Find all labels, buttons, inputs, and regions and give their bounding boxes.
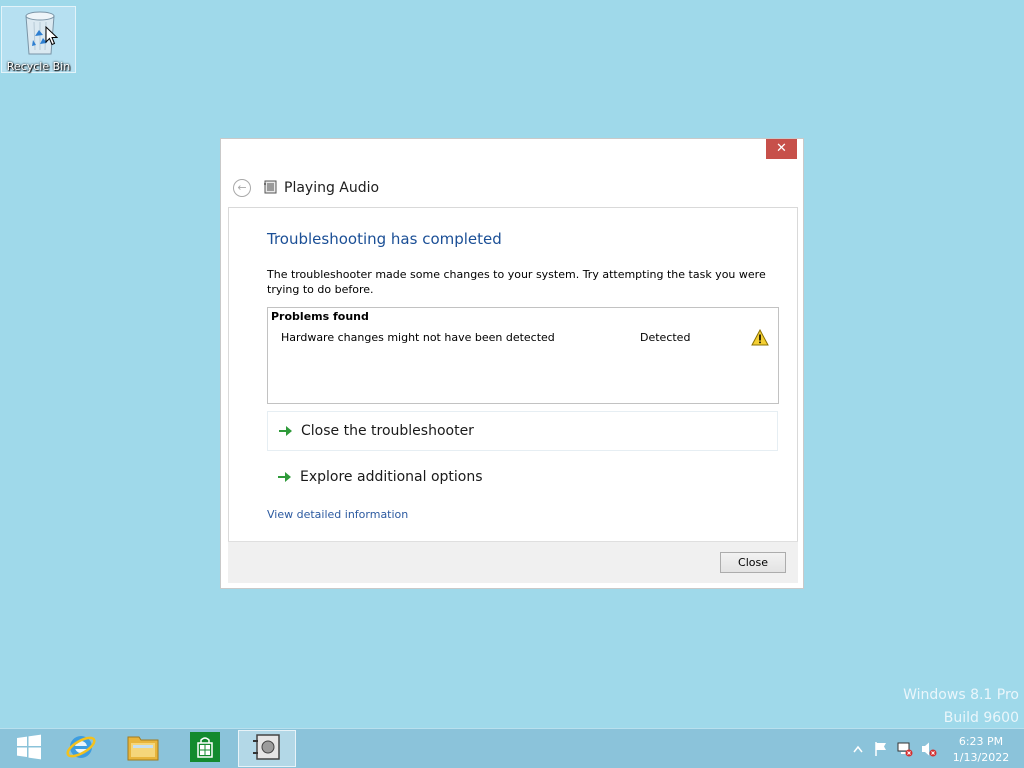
- start-button[interactable]: [0, 730, 58, 767]
- watermark-edition: Windows 8.1 Pro: [903, 687, 1019, 703]
- result-heading: Troubleshooting has completed: [267, 230, 502, 248]
- internet-explorer-taskbar-button[interactable]: [52, 730, 110, 767]
- dialog-close-button[interactable]: ✕: [766, 139, 797, 159]
- clock-time: 6:23 PM: [958, 735, 1004, 748]
- internet-explorer-icon: [65, 731, 97, 766]
- clock-date: 1/13/2022: [952, 751, 1010, 764]
- close-button[interactable]: Close: [720, 552, 786, 573]
- volume-muted-icon[interactable]: [921, 741, 937, 757]
- back-arrow-icon[interactable]: ←: [233, 179, 251, 197]
- troubleshooter-taskbar-button[interactable]: [238, 730, 296, 767]
- taskbar: 6:23 PM 1/13/2022: [0, 728, 1024, 768]
- store-taskbar-button[interactable]: [176, 730, 234, 767]
- result-description: The troubleshooter made some changes to …: [267, 268, 766, 296]
- windows-watermark: Windows 8.1 Pro Build 9600: [903, 684, 1019, 730]
- green-arrow-icon: [277, 423, 293, 439]
- troubleshooter-icon: [252, 733, 282, 764]
- dialog-title: Playing Audio: [284, 180, 380, 196]
- windows-logo-icon: [16, 734, 42, 763]
- recycle-bin-desktop-icon[interactable]: Recycle Bin: [1, 6, 76, 73]
- system-clock[interactable]: 6:23 PM 1/13/2022: [946, 734, 1016, 766]
- dialog-header: ← Playing Audio: [233, 178, 379, 198]
- option-label: Explore additional options: [300, 469, 483, 485]
- network-disconnected-icon[interactable]: [897, 741, 913, 757]
- dialog-footer: Close: [228, 541, 798, 583]
- close-troubleshooter-option[interactable]: Close the troubleshooter: [267, 411, 778, 451]
- content-area: Troubleshooting has completed The troubl…: [228, 207, 798, 541]
- file-explorer-taskbar-button[interactable]: [114, 730, 172, 767]
- mouse-cursor-icon: [45, 25, 59, 49]
- file-explorer-folder-icon: [127, 733, 159, 764]
- troubleshooter-app-icon: [264, 180, 278, 197]
- problem-row: Hardware changes might not have been det…: [268, 328, 778, 349]
- problems-header: Problems found: [271, 310, 369, 323]
- problem-status: Detected: [640, 331, 691, 344]
- view-detailed-information-link[interactable]: View detailed information: [267, 508, 408, 521]
- troubleshooter-dialog: ✕ ← Playing Audio Troubleshooting has co…: [220, 138, 804, 589]
- explore-options-option[interactable]: Explore additional options: [267, 457, 778, 497]
- action-center-flag-icon[interactable]: [873, 741, 889, 757]
- problem-name: Hardware changes might not have been det…: [281, 331, 555, 344]
- problems-found-box: Problems found Hardware changes might no…: [267, 307, 779, 404]
- recycle-bin-label: Recycle Bin: [6, 60, 71, 73]
- green-arrow-icon: [276, 469, 292, 485]
- warning-icon: [751, 328, 769, 349]
- show-hidden-icons-chevron-icon[interactable]: [850, 741, 866, 757]
- option-label: Close the troubleshooter: [301, 423, 474, 439]
- watermark-build: Build 9600: [943, 710, 1019, 726]
- store-icon: [190, 732, 220, 765]
